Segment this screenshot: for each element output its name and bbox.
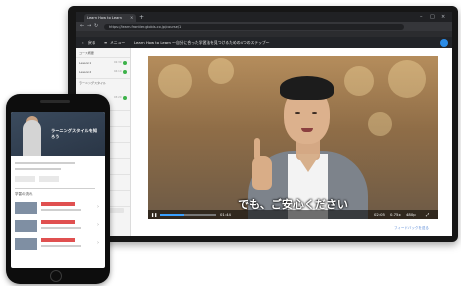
phone-red-tag	[41, 202, 75, 206]
tab-close-icon[interactable]: ×	[130, 14, 133, 22]
complete-check-icon	[123, 61, 127, 65]
avatar[interactable]	[440, 39, 448, 47]
quality-button[interactable]: 480p	[406, 210, 416, 219]
phone-thumbnail[interactable]	[15, 238, 37, 250]
play-icon[interactable]: ❚❚	[151, 210, 157, 219]
chevron-right-icon[interactable]: ›	[97, 222, 99, 228]
chevron-right-icon[interactable]: ›	[97, 204, 99, 210]
back-button[interactable]: 戻る	[88, 37, 96, 48]
sidebar-item-time: 04:10	[114, 70, 122, 73]
sidebar-item-section[interactable]: ラーニングスタイル	[79, 81, 106, 85]
phone-text-line	[15, 168, 61, 170]
phone-red-tag	[41, 220, 75, 224]
back-arrow-icon[interactable]: ←	[80, 22, 84, 31]
speaker-eye	[312, 112, 317, 114]
sidebar-section-label: コース概要	[79, 51, 94, 55]
sidebar-item-time: 03:20	[114, 96, 122, 99]
complete-check-icon	[123, 70, 127, 74]
current-time: 01:44	[220, 212, 231, 217]
app-header: ‹ 戻る ≡ メニュー Learn How to Learn ～自分に合った学習…	[76, 37, 452, 48]
browser-tab[interactable]: Learn How to Learn	[84, 14, 136, 22]
phone-speaker	[40, 100, 70, 103]
background-light	[208, 58, 234, 84]
sidebar-item-time: 02:30	[114, 61, 122, 64]
background-light	[368, 112, 392, 136]
speed-button[interactable]: 0.75x	[390, 210, 401, 219]
phone-chip[interactable]	[15, 176, 35, 182]
phone-screen: ラーニングスタイルを知ろう 学習の流れ › › ›	[11, 112, 105, 268]
menu-icon[interactable]: ≡	[104, 37, 107, 48]
forward-arrow-icon[interactable]: →	[87, 22, 91, 31]
fullscreen-icon[interactable]: ⤢	[426, 210, 429, 219]
tab-title: Learn How to Learn	[87, 16, 122, 20]
video-player[interactable]: でも、ご安心ください	[148, 56, 438, 219]
phone-text-line	[41, 227, 81, 229]
phone-divider	[15, 188, 95, 189]
phone-section-label: 学習の流れ	[15, 192, 33, 196]
back-icon[interactable]: ‹	[82, 37, 84, 48]
maximize-icon[interactable]: □	[430, 13, 435, 21]
new-tab-icon[interactable]: +	[139, 13, 144, 22]
url-field[interactable]: https://learn.frontier.globis.co.jp/cour…	[104, 23, 404, 30]
browser-screen: Learn How to Learn × + – □ × ← → ↻ https…	[76, 12, 452, 236]
phone-video-title: ラーニングスタイルを知ろう	[51, 128, 98, 139]
feedback-link[interactable]: フィードバックを送る	[394, 226, 429, 231]
phone-thumbnail[interactable]	[15, 220, 37, 232]
duration: 02:05	[374, 212, 385, 217]
phone-red-tag	[41, 238, 75, 242]
reload-icon[interactable]: ↻	[94, 22, 98, 31]
phone-text-line	[41, 245, 81, 247]
phone-home-button[interactable]	[50, 270, 62, 282]
background-light	[158, 64, 192, 98]
phone-thumbnail[interactable]	[15, 202, 37, 214]
phone-text-line	[41, 209, 81, 211]
sidebar-item-lesson1[interactable]: Lesson1	[79, 61, 91, 65]
background-light	[344, 66, 374, 96]
sidebar-divider	[76, 57, 130, 58]
speaker-eye	[295, 112, 300, 114]
chevron-right-icon[interactable]: ›	[97, 240, 99, 246]
complete-check-icon	[123, 96, 127, 100]
sidebar-item-lesson2[interactable]: Lesson2	[79, 70, 91, 74]
course-title: Learn How to Learn ～自分に合った学習法を見つけるための4つの…	[134, 40, 270, 45]
phone-text-line	[15, 162, 75, 164]
sidebar-divider	[76, 78, 130, 79]
phone-speaker-body	[23, 120, 41, 156]
phone-chip[interactable]	[39, 176, 59, 182]
speaker-hair	[280, 76, 334, 100]
background-light	[388, 60, 426, 98]
menu-button[interactable]: メニュー	[110, 37, 125, 48]
minimize-icon[interactable]: –	[420, 13, 423, 21]
close-window-icon[interactable]: ×	[441, 13, 445, 21]
speaker-hand	[252, 156, 272, 190]
progress-fill	[160, 214, 185, 216]
